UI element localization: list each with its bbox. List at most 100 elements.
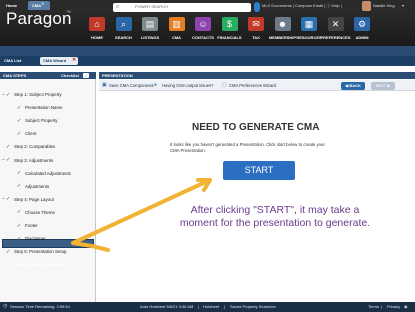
power-search-input[interactable]: ⌕ POWER SEARCH xyxy=(113,3,251,12)
checkmark-icon: ✓ xyxy=(6,248,11,255)
annotation-callout: After clicking "START", it may take a mo… xyxy=(140,204,410,230)
checklist-label[interactable]: Checklist xyxy=(61,73,79,78)
tax-icon: ✉ xyxy=(248,17,264,31)
preferences-icon: ✕ xyxy=(327,17,344,31)
sub-step-item[interactable]: Presentation Name xyxy=(25,105,63,110)
checkmark-icon: ✓ xyxy=(6,157,11,163)
avatar[interactable] xyxy=(362,1,371,11)
sub-step-item[interactable]: Disclaimer xyxy=(25,236,46,241)
callout-line-1: After clicking "START", it may take a xyxy=(190,204,360,216)
subtab-cma-list[interactable]: CMA List xyxy=(4,58,21,63)
checkmark-icon: ✓ xyxy=(6,143,11,150)
close-icon[interactable]: ✕ xyxy=(72,57,76,63)
checkmark-icon: ✓ xyxy=(6,196,11,203)
save-cma-components-link[interactable]: Save CMA Components xyxy=(109,83,154,88)
sub-step-item[interactable]: Subject Property xyxy=(25,118,57,123)
tab-bar xyxy=(0,46,415,56)
listings-icon: ▤ xyxy=(142,17,158,31)
tab-home[interactable]: Home xyxy=(2,1,21,10)
step-item[interactable]: Step 2: Comparables xyxy=(14,144,55,149)
checkmark-icon: ✓ xyxy=(17,117,22,124)
close-icon[interactable]: ✕ xyxy=(41,1,44,6)
callout-line-2: moment for the presentation to generate. xyxy=(179,217,371,229)
checkmark-icon: ✓ xyxy=(17,209,22,216)
sub-step-item[interactable]: Adjustments xyxy=(25,184,49,189)
presentation-header xyxy=(99,72,415,79)
search-placeholder: POWER SEARCH xyxy=(135,4,168,9)
chevron-down-icon[interactable]: ▾ xyxy=(402,3,404,8)
wizard-icon[interactable]: ▢ xyxy=(222,82,227,88)
auto-hotsheet-link[interactable]: Auto Hotsheet 5/6/21 9:46 AM xyxy=(140,304,193,309)
checkmark-icon: ✓ xyxy=(17,222,22,229)
tab-cma[interactable]: CMA xyxy=(28,1,50,10)
next-label: NEXT xyxy=(375,83,387,88)
step-item[interactable]: Step 1: Subject Property xyxy=(14,92,62,97)
hotsheet-link[interactable]: Hotsheet xyxy=(203,304,219,309)
step-item[interactable]: Step 6: View Presentation xyxy=(14,262,68,267)
checkmark-icon: ✓ xyxy=(17,104,22,111)
sub-step-item[interactable]: Choose Theme xyxy=(25,210,55,215)
next-button[interactable]: NEXT ▶ xyxy=(371,82,395,90)
nav-item-home[interactable]: ⌂ HOME xyxy=(85,13,109,46)
nav-item-financials[interactable]: $ FINANCIALS xyxy=(217,13,242,46)
output-issues-link[interactable]: Having CMA output issues? xyxy=(162,83,213,88)
step-item[interactable]: Step 3: Adjustments xyxy=(14,158,53,163)
nav-item-membership[interactable]: ☻ MEMBERSHIP xyxy=(269,13,296,46)
back-button[interactable]: ◀ BACK xyxy=(341,82,365,90)
sub-step-item[interactable]: Client xyxy=(25,131,36,136)
home-icon: ⌂ xyxy=(89,17,105,31)
sub-step-item[interactable]: Footer xyxy=(25,223,38,228)
save-icon[interactable]: ▣ xyxy=(102,82,107,88)
presentation-title: PRESENTATION xyxy=(102,73,133,78)
collapse-icon[interactable]: − xyxy=(2,196,5,202)
logo-trademark: ™ xyxy=(66,10,71,16)
collapse-icon[interactable]: − xyxy=(2,157,5,163)
help-icon[interactable]: ● xyxy=(154,82,157,88)
steps-panel-title: CMA STEPS xyxy=(3,73,27,78)
nav-item-resources[interactable]: ▦ RESOURCES xyxy=(296,13,322,46)
checkmark-icon: ✓ xyxy=(17,170,22,177)
nav-item-tax[interactable]: ✉ TAX xyxy=(244,13,268,46)
nav-item-preferences[interactable]: ✕ PREFERENCES xyxy=(320,13,351,46)
nav-item-cma[interactable]: ▥ CMA xyxy=(165,13,189,46)
checkmark-icon: ✓ xyxy=(17,183,22,190)
page-title: NEED TO GENERATE CMA xyxy=(192,122,320,133)
start-button[interactable]: START xyxy=(223,161,295,180)
collapse-icon[interactable]: − xyxy=(2,92,5,98)
cma-preferences-wizard-link[interactable]: CMA Preferences Wizard xyxy=(229,83,276,88)
nav-label: ADMIN xyxy=(355,35,369,40)
active-step-highlight xyxy=(2,239,94,248)
privacy-link[interactable]: Privacy xyxy=(387,304,400,309)
footer-separator: | xyxy=(198,304,200,309)
search-icon: ⌕ xyxy=(115,17,132,31)
nav-item-listings[interactable]: ▤ LISTINGS xyxy=(138,13,162,46)
top-links[interactable]: MLS Documents | Compose Email | ⓘ Help | xyxy=(262,3,342,9)
checkmark-icon: ✓ xyxy=(17,235,22,242)
terms-link[interactable]: Terms xyxy=(368,304,379,309)
clock-icon: ◷ xyxy=(3,303,8,309)
instruction-text: It looks like you haven't generated a Pr… xyxy=(170,142,325,153)
step-item[interactable]: Step 4: Page Layout xyxy=(14,197,54,202)
nav-item-contacts[interactable]: ☺ CONTACTS xyxy=(191,13,215,46)
cma-icon: ▥ xyxy=(168,17,185,31)
membership-icon: ☻ xyxy=(274,17,291,31)
footer-separator: | xyxy=(224,304,226,309)
saved-searches-link[interactable]: Saved Property Searches xyxy=(230,304,276,309)
user-name[interactable]: Natalie King xyxy=(373,3,395,8)
resources-icon: ▦ xyxy=(301,17,317,31)
search-icon: ⌕ xyxy=(116,4,120,10)
checkmark-icon: ✓ xyxy=(6,91,11,98)
step-item[interactable]: Step 5: Presentation Setup xyxy=(14,249,66,254)
help-icon[interactable]: ◉ xyxy=(404,304,408,309)
arrowhead-to-start-bottom xyxy=(202,178,212,192)
back-label: BACK xyxy=(349,83,361,88)
nav-item-search[interactable]: ⌕ SEARCH xyxy=(112,13,136,46)
voice-search-icon[interactable] xyxy=(254,2,260,12)
checklist-icon[interactable]: ✓ xyxy=(83,73,89,78)
footer-separator: | xyxy=(381,304,383,309)
sub-step-item[interactable]: Calculated Adjustments xyxy=(25,171,71,176)
checkmark-icon: ✓ xyxy=(6,261,11,268)
nav-item-admin[interactable]: ⚙ ADMIN xyxy=(350,13,374,46)
app-logo[interactable]: Paragon xyxy=(6,9,72,29)
financials-icon: $ xyxy=(221,17,238,31)
